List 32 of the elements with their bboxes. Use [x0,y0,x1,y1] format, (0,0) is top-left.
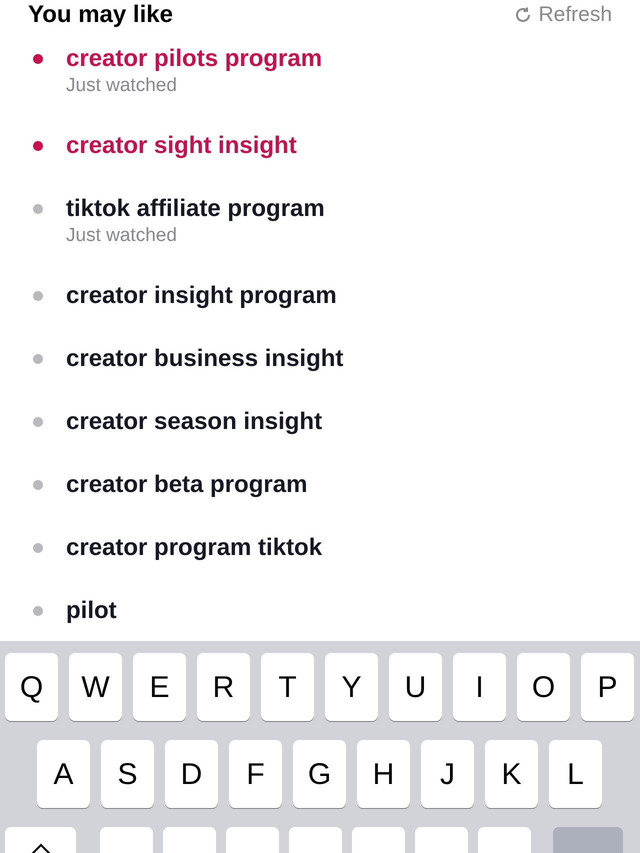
suggestion-link[interactable]: pilot [66,596,117,626]
refresh-icon [514,6,532,24]
section-title: You may like [28,0,173,30]
keyboard-key[interactable]: W [69,653,122,721]
suggestion-link[interactable]: creator insight program [66,281,337,311]
keyboard-key[interactable]: J [421,740,474,808]
keyboard-key[interactable]: I [453,653,506,721]
keyboard-key[interactable]: P [581,653,634,721]
suggestion-link[interactable]: creator pilots program [66,44,322,74]
suggestion-link[interactable]: creator business insight [66,344,344,374]
keyboard-key[interactable]: Y [325,653,378,721]
keyboard-key[interactable]: T [261,653,314,721]
keyboard-key[interactable]: G [293,740,346,808]
suggestion-link[interactable]: creator program tiktok [66,533,322,563]
suggestion-link[interactable]: creator sight insight [66,131,297,161]
keyboard-key[interactable]: K [485,740,538,808]
keyboard-key[interactable]: D [165,740,218,808]
keyboard-key[interactable]: E [133,653,186,721]
suggestion-link[interactable]: tiktok affiliate program [66,194,325,224]
keyboard-key[interactable]: H [357,740,410,808]
suggestion-subtitle: Just watched [66,74,178,98]
keyboard-key[interactable]: L [549,740,602,808]
keyboard-key[interactable]: F [229,740,282,808]
keyboard-key[interactable]: O [517,653,570,721]
keyboard-key[interactable]: R [197,653,250,721]
suggestion-link[interactable]: creator beta program [66,470,308,500]
suggestion-subtitle: Just watched [66,224,178,248]
keyboard-key[interactable]: Q [5,653,58,721]
suggestion-link[interactable]: creator season insight [66,407,322,437]
keyboard-key[interactable]: U [389,653,442,721]
keyboard-key[interactable]: A [37,740,90,808]
keyboard-key[interactable]: S [101,740,154,808]
